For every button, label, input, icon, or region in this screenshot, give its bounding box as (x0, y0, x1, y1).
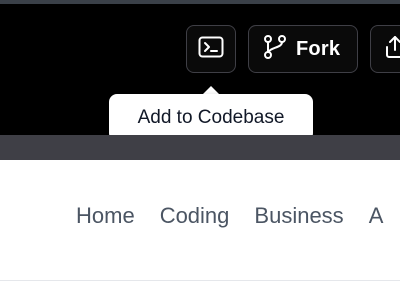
toolbar-bottom-strip (0, 135, 400, 160)
share-upload-icon (384, 35, 400, 64)
fork-button[interactable]: Fork (248, 25, 358, 73)
tooltip-arrow (203, 86, 219, 94)
nav-link-home[interactable]: Home (76, 203, 135, 229)
add-to-codebase-tooltip: Add to Codebase (109, 94, 313, 141)
tooltip-text: Add to Codebase (137, 106, 285, 128)
fork-button-label: Fork (296, 37, 341, 60)
app-root: Fork Add to Codebase Home Coding Busines… (0, 0, 400, 285)
terminal-icon (198, 36, 224, 63)
nav-link-truncated[interactable]: A (369, 203, 384, 229)
share-button[interactable] (370, 25, 400, 73)
main-navigation: Home Coding Business A (76, 203, 383, 229)
nav-link-coding[interactable]: Coding (160, 203, 230, 229)
nav-link-business[interactable]: Business (254, 203, 343, 229)
add-to-codebase-button[interactable] (186, 25, 236, 73)
top-toolbar: Fork Add to Codebase (0, 0, 400, 141)
content-divider (0, 280, 400, 281)
git-fork-icon (263, 34, 287, 65)
